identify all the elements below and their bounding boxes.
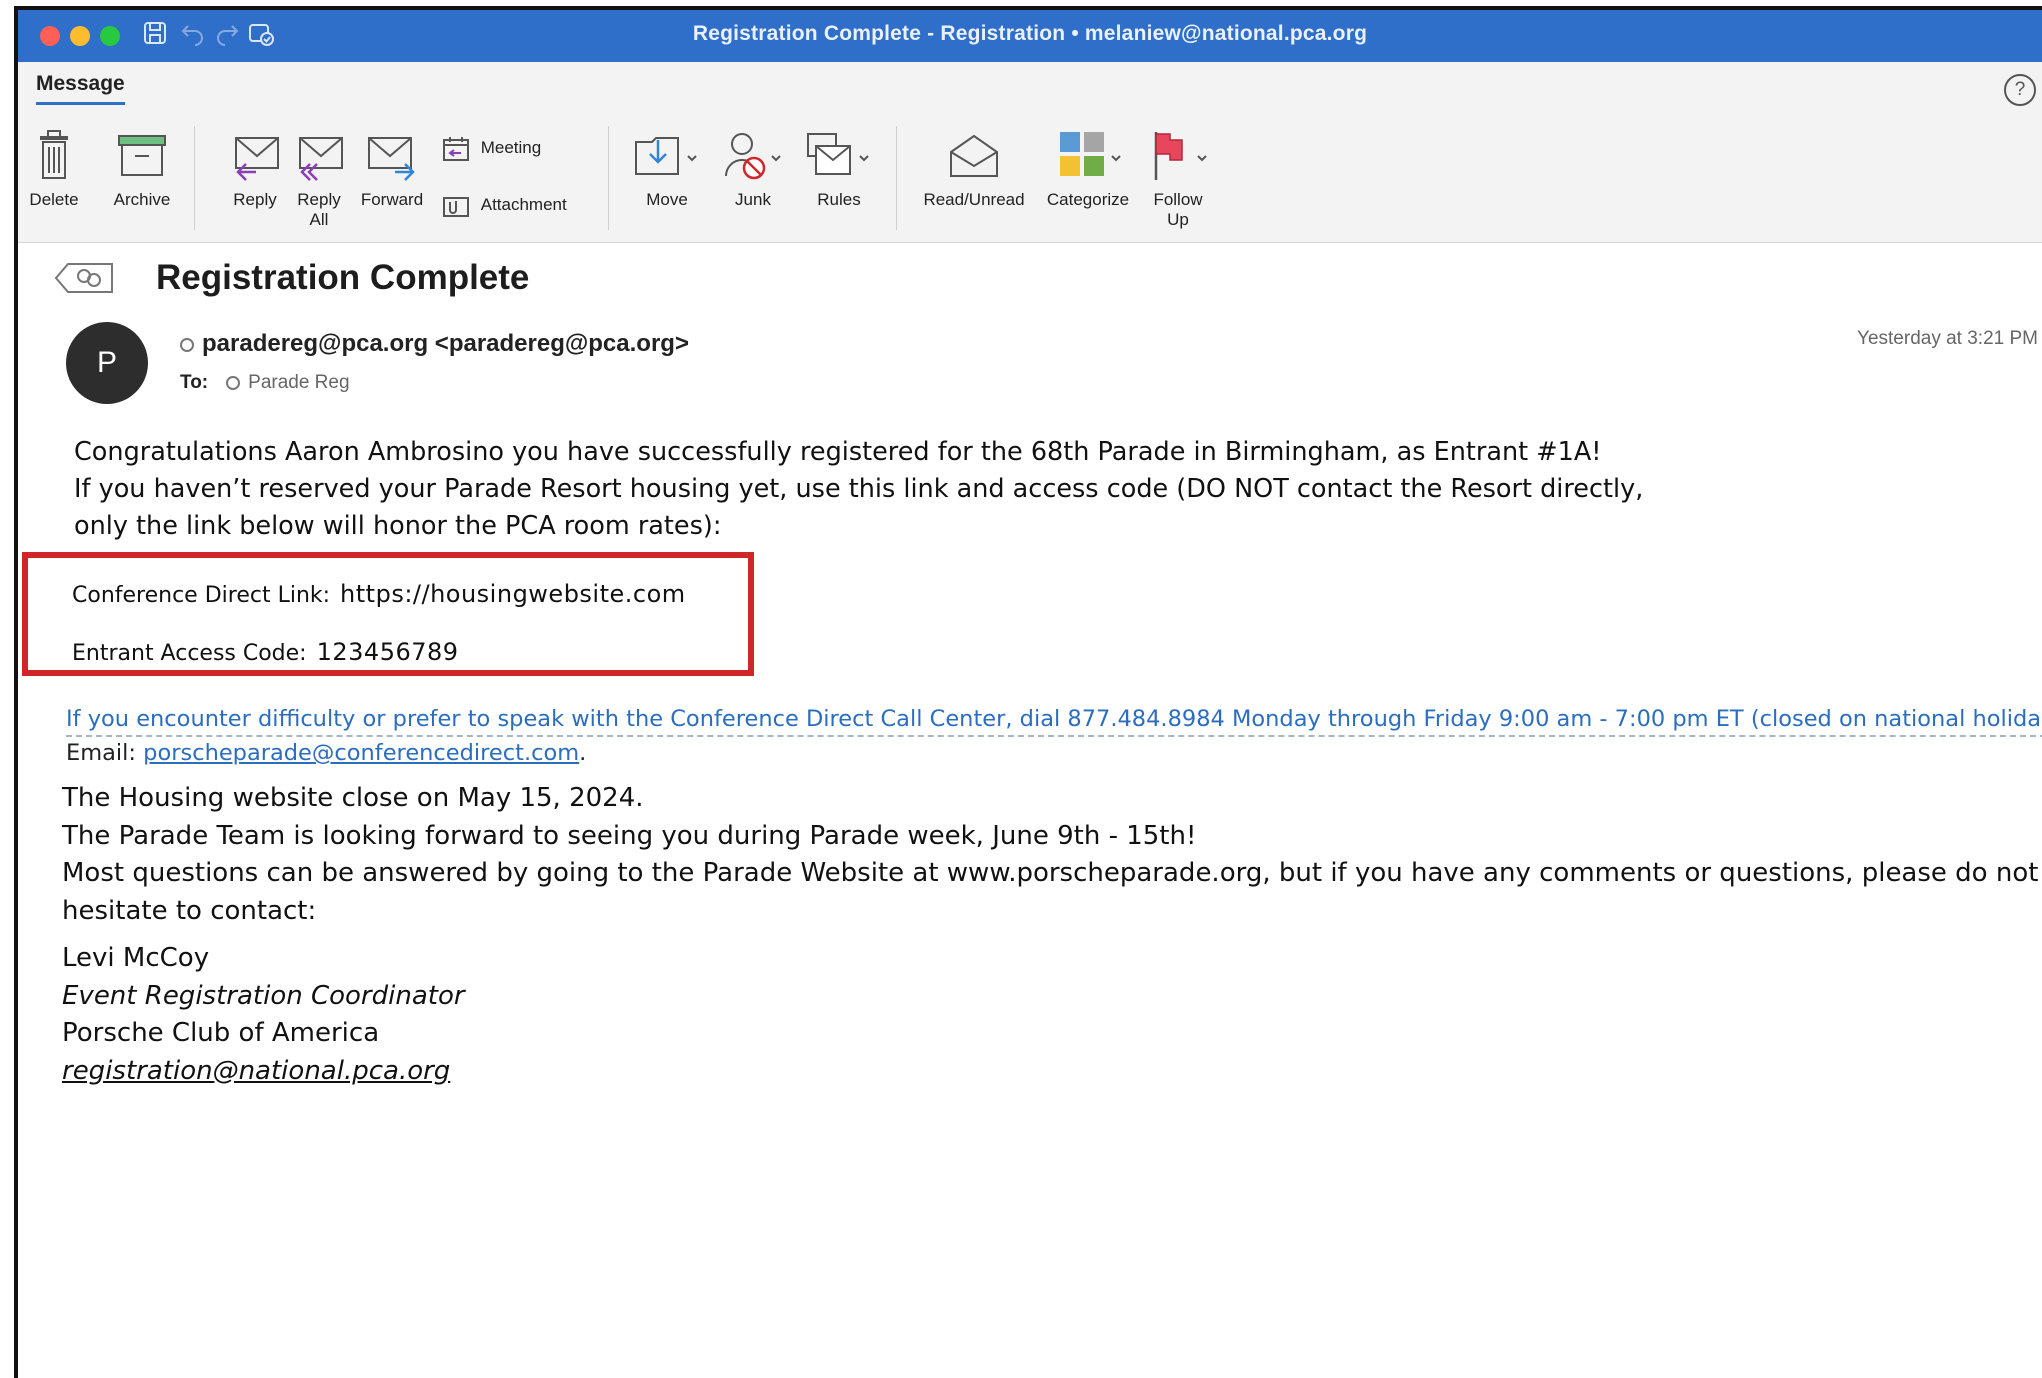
- body-line: Most questions can be answered by going …: [62, 858, 2039, 926]
- follow-up-button[interactable]: Follow Up: [1140, 128, 1216, 230]
- call-center-notice: If you encounter difficulty or prefer to…: [66, 706, 2042, 737]
- archive-button[interactable]: Archive: [104, 128, 180, 210]
- timestamp: Yesterday at 3:21 PM: [1857, 328, 2038, 349]
- archive-label: Archive: [113, 190, 171, 209]
- read-unread-button[interactable]: Read/Unread: [916, 128, 1032, 210]
- to-label: To:: [180, 372, 209, 393]
- access-code-value: 123456789: [316, 638, 459, 666]
- conference-link-value[interactable]: https://housingwebsite.com: [340, 580, 686, 608]
- presence-icon: [226, 375, 241, 390]
- forward-icon: [368, 137, 415, 181]
- signature-role: Event Registration Coordinator: [62, 980, 465, 1011]
- forward-button[interactable]: Forward: [354, 128, 430, 210]
- reply-button[interactable]: Reply: [224, 128, 286, 210]
- move-icon: [635, 137, 697, 175]
- delete-label: Delete: [29, 190, 79, 209]
- move-label: Move: [646, 190, 688, 209]
- email-label: Email:: [66, 740, 137, 766]
- conversation-icon[interactable]: [54, 262, 114, 294]
- window-title: Registration Complete - Registration • m…: [692, 22, 1368, 45]
- reply-all-label-2: All: [309, 210, 329, 229]
- tab-message[interactable]: Message: [36, 72, 125, 105]
- categorize-icon: [1060, 132, 1121, 176]
- help-icon[interactable]: ?: [2004, 74, 2036, 106]
- body-line: The Housing website close on May 15, 202…: [62, 783, 644, 813]
- categorize-button[interactable]: Categorize: [1040, 128, 1136, 210]
- trash-icon: [40, 130, 68, 179]
- body-info: The Housing website close on May 15, 202…: [62, 780, 2042, 930]
- body-intro: Congratulations Aaron Ambrosino you have…: [74, 434, 2034, 545]
- rules-button[interactable]: Rules: [802, 128, 876, 210]
- conference-link-label: Conference Direct Link:: [72, 583, 331, 608]
- reply-all-icon: [299, 137, 343, 181]
- attachment-label: Attachment: [480, 195, 567, 215]
- email-suffix: .: [579, 740, 587, 766]
- meeting-label: Meeting: [480, 138, 542, 158]
- attachment-button[interactable]: Attachment: [442, 194, 567, 218]
- sender-address: paradereg@pca.org <paradereg@pca.org>: [202, 330, 689, 357]
- follow-up-label-1: Follow: [1153, 190, 1203, 209]
- read-unread-label: Read/Unread: [923, 190, 1025, 209]
- signature-name: Levi McCoy: [62, 943, 210, 973]
- junk-label: Junk: [735, 190, 771, 209]
- rules-label: Rules: [817, 190, 861, 209]
- junk-icon: [725, 133, 781, 180]
- email-line: Email: porscheparade@conferencedirect.co…: [66, 740, 586, 766]
- signature: Levi McCoy Event Registration Coordinato…: [62, 940, 465, 1090]
- message-subject: Registration Complete: [156, 258, 530, 297]
- access-code-row: Entrant Access Code: 123456789: [72, 638, 459, 666]
- meeting-button[interactable]: Meeting: [442, 136, 541, 162]
- mail-window: Registration Complete - Registration • m…: [14, 6, 2042, 1378]
- avatar: P: [66, 322, 148, 404]
- recipient-line: To: Parade Reg: [180, 372, 350, 394]
- body-line: The Parade Team is looking forward to se…: [62, 820, 1197, 851]
- signature-org: Porsche Club of America: [62, 1018, 380, 1048]
- flag-icon: [1154, 132, 1207, 180]
- categorize-label: Categorize: [1046, 190, 1130, 209]
- delete-button[interactable]: Delete: [28, 128, 80, 210]
- recipient[interactable]: Parade Reg: [248, 372, 349, 393]
- archive-icon: [118, 135, 166, 176]
- move-button[interactable]: Move: [630, 128, 704, 210]
- presence-icon: [180, 337, 194, 352]
- ribbon-tab-bar: Message ?: [18, 62, 2042, 116]
- highlighted-access-box: Conference Direct Link: https://housingwe…: [22, 552, 754, 676]
- body-line: Congratulations Aaron Ambrosino you have…: [74, 437, 1602, 467]
- reply-icon: [235, 137, 279, 181]
- ribbon-toolbar: Delete Archive Reply Reply All Forward M…: [18, 116, 2042, 243]
- reply-all-label-1: Reply: [297, 190, 341, 209]
- junk-button[interactable]: Junk: [718, 128, 788, 210]
- envelope-open-icon: [950, 134, 998, 177]
- body-line: only the link below will honor the PCA r…: [74, 511, 722, 541]
- reply-all-button[interactable]: Reply All: [288, 128, 350, 230]
- title-bar: Registration Complete - Registration • m…: [18, 10, 2042, 62]
- rules-icon: [807, 133, 869, 175]
- follow-up-label-2: Up: [1167, 210, 1189, 229]
- body-line: If you haven’t reserved your Parade Reso…: [74, 474, 1644, 504]
- signature-email-link[interactable]: registration@national.pca.org: [62, 1053, 465, 1091]
- forward-label: Forward: [360, 190, 424, 209]
- attachment-icon: [443, 197, 469, 217]
- access-code-label: Entrant Access Code:: [72, 641, 307, 666]
- conference-email-link[interactable]: porscheparade@conferencedirect.com: [143, 740, 579, 766]
- meeting-icon: [443, 137, 469, 161]
- sender[interactable]: paradereg@pca.org <paradereg@pca.org>: [180, 330, 689, 358]
- reply-label: Reply: [233, 190, 277, 209]
- conference-link-row: Conference Direct Link: https://housingwe…: [72, 580, 686, 608]
